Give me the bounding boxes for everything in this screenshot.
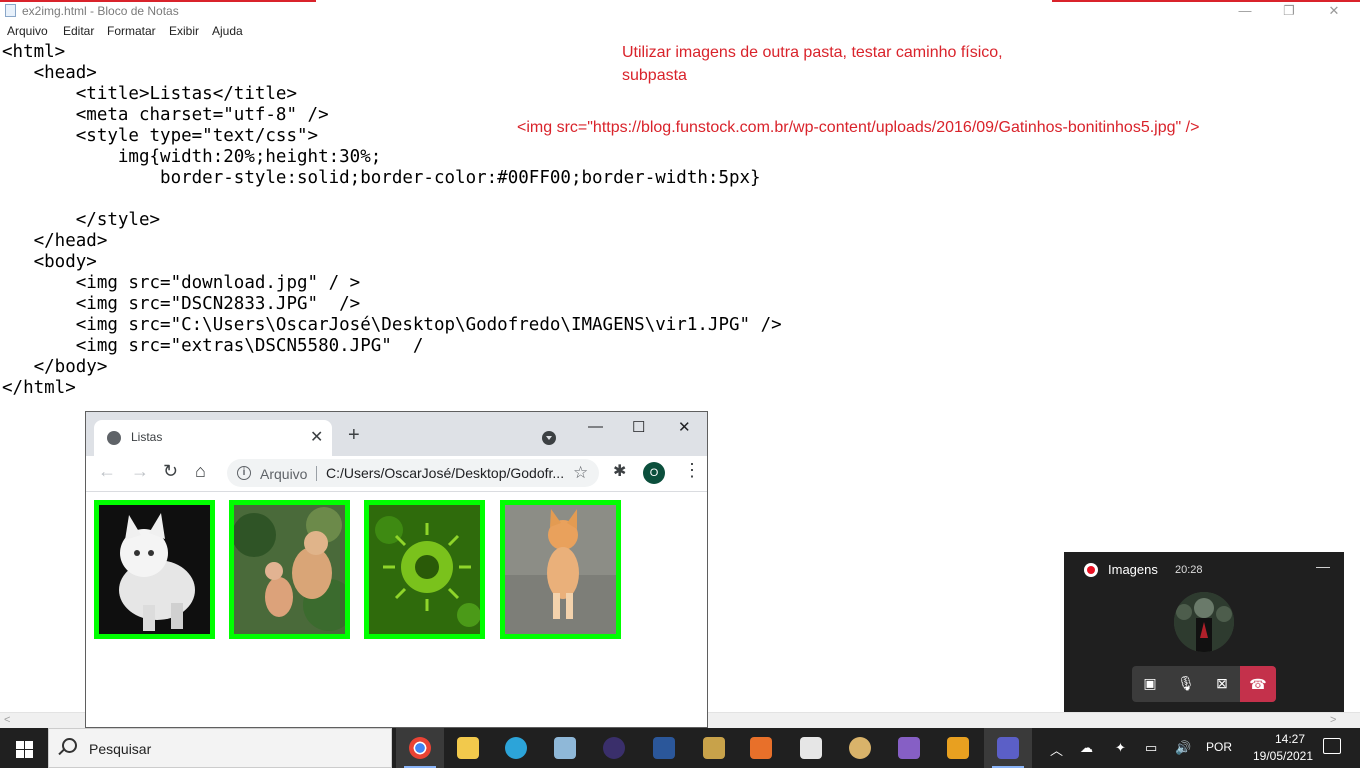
teams-icon[interactable] [984,728,1032,768]
back-icon[interactable]: ← [98,461,116,482]
browser-maximize-icon[interactable]: ☐ [632,418,645,436]
new-tab-icon[interactable]: + [348,425,360,445]
red-img-tag-line: <img src="https://blog.funstock.com.br/w… [517,119,1200,136]
media-player-icon[interactable] [737,728,785,768]
notepad-text-area[interactable]: <html> <head> <title>Listas</title> <met… [2,42,782,399]
search-icon [62,738,77,753]
address-separator [316,466,317,481]
page-content [86,492,707,727]
notifications-icon[interactable] [1323,738,1341,754]
stop-share-icon[interactable]: ⊠ [1204,675,1240,692]
windows-start-icon[interactable] [0,728,48,768]
system-tray: ︿ ☁ ✦ ▭ 🔊 POR 14:27 19/05/2021 [1040,728,1360,768]
tab-listas[interactable]: Listas ✕ [94,420,332,456]
meeting-timer: 20:28 [1175,564,1203,576]
tab-close-icon[interactable]: ✕ [310,427,323,447]
app-icon[interactable] [934,728,982,768]
language-indicator[interactable]: POR [1206,740,1232,754]
taskbar: Pesquisar ︿ ☁ ✦ ▭ 🔊 POR 14:27 19/05/2021 [0,728,1360,768]
browser-toolbar: ← → ↻ ⌂ i Arquivo C:/Users/OscarJosé/Des… [86,456,707,492]
image-kittens-garden [229,500,350,639]
menu-arquivo[interactable]: Arquivo [7,24,48,38]
image-white-kitten [94,500,215,639]
microphone-icon[interactable]: 🎙 [1168,675,1204,692]
more-menu-icon[interactable]: ⋮ [683,460,701,481]
onedrive-icon[interactable]: ☁ [1080,740,1093,756]
browser-close-icon[interactable]: ✕ [678,418,691,436]
scroll-left-icon[interactable]: < [4,714,10,726]
address-url[interactable]: C:/Users/OscarJosé/Desktop/Godofr... [326,465,564,481]
window-accent-line [1052,0,1360,2]
visual-studio-icon[interactable] [885,728,933,768]
info-icon[interactable]: i [237,466,251,480]
window-accent-line [0,0,316,2]
image-orange-kitten [500,500,621,639]
battery-icon[interactable]: ▭ [1145,740,1157,756]
eclipse-icon[interactable] [590,728,638,768]
recording-icon [1084,563,1098,577]
menu-ajuda[interactable]: Ajuda [212,24,243,38]
hang-up-button[interactable]: ☎ [1240,666,1276,702]
close-icon[interactable]: ✕ [1322,2,1346,20]
menu-exibir[interactable]: Exibir [169,24,199,38]
scroll-right-icon[interactable]: > [1330,714,1336,726]
meeting-title: Imagens [1108,562,1158,577]
tools-icon[interactable] [690,728,738,768]
clock-date[interactable]: 19/05/2021 [1238,749,1328,763]
teams-call-window: Imagens 20:28 — ▣ 🎙 ⊠ ☎ [1064,552,1344,712]
address-label: Arquivo [260,466,308,482]
file-explorer-icon[interactable] [444,728,492,768]
globe-icon [107,431,121,445]
chrome-window: Listas ✕ + — ☐ ✕ ← → ↻ ⌂ i Arquivo C:/Us… [85,411,708,728]
forward-icon[interactable]: → [131,461,149,482]
notepad-icon [5,4,16,17]
red-note: Utilizar imagens de outra pasta, testar … [622,44,1003,84]
camera-off-icon[interactable]: ▣ [1132,675,1168,692]
participant-avatar [1174,592,1234,652]
paint-icon[interactable] [836,728,884,768]
clock-time[interactable]: 14:27 [1260,732,1320,746]
solitaire-icon[interactable] [787,728,835,768]
address-bar[interactable]: i Arquivo C:/Users/OscarJosé/Desktop/God… [227,459,599,487]
tab-strip: Listas ✕ + — ☐ ✕ [86,412,707,456]
tab-search-icon[interactable] [542,431,556,445]
bookmark-star-icon[interactable]: ☆ [573,463,588,483]
menu-formatar[interactable]: Formatar [107,24,156,38]
teams-tray-icon[interactable]: ✦ [1115,740,1126,756]
profile-avatar[interactable]: O [643,462,665,484]
word-icon[interactable] [640,728,688,768]
tab-title: Listas [131,430,163,444]
taskbar-search[interactable]: Pesquisar [48,728,392,768]
chrome-icon[interactable] [396,728,444,768]
search-placeholder: Pesquisar [89,741,152,757]
home-icon[interactable]: ⌂ [195,461,206,482]
extensions-icon[interactable]: ✱ [613,461,626,481]
notepad-titlebar: ex2img.html - Bloco de Notas — ❐ ✕ [0,0,1360,22]
reload-icon[interactable]: ↻ [163,461,178,482]
virtualbox-icon[interactable] [541,728,589,768]
chevron-up-icon[interactable]: ︿ [1050,740,1063,759]
minimize-icon[interactable]: — [1233,2,1257,20]
volume-icon[interactable]: 🔊 [1175,740,1191,756]
edge-icon[interactable] [492,728,540,768]
menu-editar[interactable]: Editar [63,24,94,38]
notepad-title: ex2img.html - Bloco de Notas [22,4,179,18]
restore-icon[interactable]: ❐ [1277,2,1301,20]
teams-minimize-icon[interactable]: — [1316,558,1330,574]
image-virus [364,500,485,639]
browser-minimize-icon[interactable]: — [588,418,603,435]
